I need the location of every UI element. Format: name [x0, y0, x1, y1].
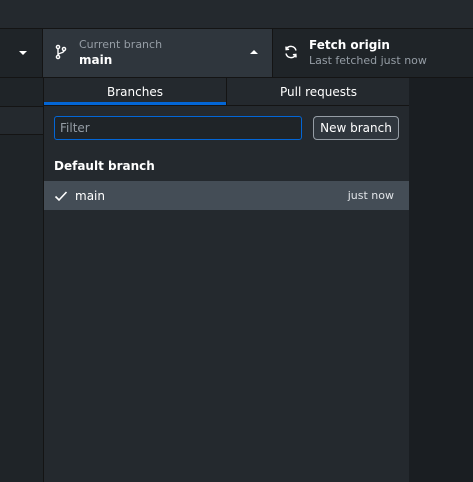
tab-pull-requests[interactable]: Pull requests [226, 78, 410, 105]
sidebar-tab-strip [0, 106, 43, 135]
last-fetched-status: Last fetched just now [309, 54, 427, 67]
repository-selector[interactable] [0, 29, 43, 77]
current-branch-button[interactable]: Current branch main [43, 29, 273, 77]
title-bar [0, 0, 473, 29]
check-icon [54, 191, 68, 202]
caret-up-icon [250, 50, 258, 54]
git-branch-icon [55, 44, 67, 60]
branch-name: main [75, 189, 105, 203]
diff-pane [408, 78, 473, 482]
current-branch-name: main [79, 53, 113, 67]
toolbar: Current branch main Fetch origin Last fe… [0, 29, 473, 78]
current-branch-label: Current branch [79, 38, 163, 51]
dropdown-tabs: Branches Pull requests [44, 78, 409, 106]
fetch-origin-button[interactable]: Fetch origin Last fetched just now [273, 29, 473, 77]
default-branch-header: Default branch [54, 159, 155, 173]
changes-sidebar [0, 78, 43, 482]
caret-down-icon [19, 51, 27, 55]
tab-branches[interactable]: Branches [44, 78, 226, 105]
branch-filter-input[interactable] [54, 116, 302, 140]
fetch-origin-label: Fetch origin [309, 38, 390, 52]
new-branch-button[interactable]: New branch [313, 116, 399, 140]
sync-icon [285, 45, 297, 59]
branch-list-item[interactable]: main just now [44, 181, 409, 210]
branch-timestamp: just now [347, 189, 394, 202]
branch-dropdown: Branches Pull requests New branch Defaul… [43, 78, 409, 482]
